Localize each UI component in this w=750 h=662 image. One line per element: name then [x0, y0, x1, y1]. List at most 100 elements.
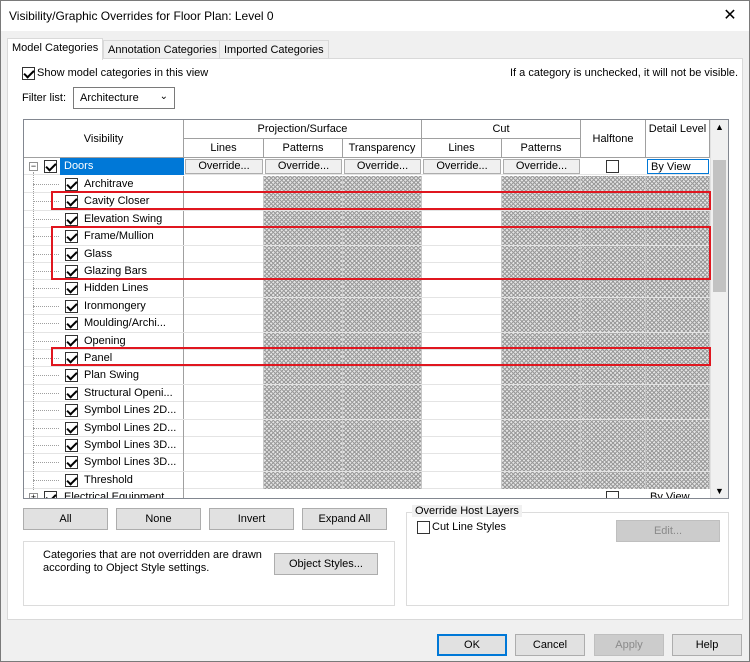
table-cell[interactable] — [184, 437, 264, 454]
table-cell[interactable] — [422, 315, 502, 333]
expand-icon[interactable]: + — [29, 493, 38, 498]
cut-line-styles-checkbox[interactable] — [417, 521, 430, 534]
subcategory-checkbox[interactable] — [65, 212, 78, 226]
subcategory-checkbox[interactable] — [65, 386, 78, 400]
object-styles-button[interactable]: Object Styles... — [274, 553, 378, 575]
close-icon[interactable]: ✕ — [719, 5, 741, 27]
table-cell — [264, 454, 343, 472]
proj-lines-override-button[interactable]: Override... — [185, 159, 263, 174]
cut-patterns-override-button[interactable]: Override... — [503, 159, 580, 174]
table-row[interactable]: Hidden Lines — [24, 280, 710, 298]
table-row[interactable]: Symbol Lines 3D... — [24, 454, 710, 472]
header-proj-lines[interactable]: Lines — [184, 139, 264, 158]
table-cell[interactable] — [184, 315, 264, 333]
subcategory-label: Plan Swing — [84, 369, 140, 382]
subcategory-checkbox[interactable] — [65, 317, 78, 331]
table-cell[interactable] — [422, 471, 502, 489]
expand-all-button[interactable]: Expand All — [302, 508, 387, 530]
table-row[interactable]: Symbol Lines 3D... — [24, 437, 710, 455]
table-cell[interactable] — [422, 280, 502, 298]
header-cut-patterns[interactable]: Patterns — [502, 139, 581, 158]
table-cell[interactable] — [184, 402, 264, 420]
table-cell[interactable] — [184, 367, 264, 385]
subcategory-checkbox[interactable] — [65, 421, 78, 435]
electrical-halftone-checkbox[interactable] — [606, 491, 619, 498]
table-cell[interactable] — [184, 419, 264, 437]
table-cell[interactable] — [422, 297, 502, 315]
table-scrollbar[interactable]: ▲ ▼ — [710, 120, 728, 498]
table-row[interactable]: Structural Openi... — [24, 384, 710, 403]
table-cell[interactable] — [422, 437, 502, 454]
table-cell[interactable] — [184, 280, 264, 298]
tab-annotation-categories[interactable]: Annotation Categories — [103, 40, 222, 59]
doors-checkbox[interactable] — [44, 160, 57, 173]
header-halftone[interactable]: Halftone — [581, 120, 646, 158]
subcategory-checkbox[interactable] — [65, 178, 78, 191]
subcategory-checkbox[interactable] — [65, 282, 78, 296]
edit-button[interactable]: Edit... — [616, 520, 720, 542]
table-cell — [502, 437, 581, 454]
table-cell — [581, 454, 646, 472]
invert-button[interactable]: Invert — [209, 508, 294, 530]
ok-button[interactable]: OK — [437, 634, 507, 656]
header-proj-transparency[interactable]: Transparency — [343, 139, 422, 158]
subcategory-checkbox[interactable] — [65, 404, 78, 418]
table-cell[interactable] — [422, 419, 502, 437]
subcategory-checkbox[interactable] — [65, 369, 78, 383]
subcategory-checkbox[interactable] — [65, 334, 78, 348]
subcategory-checkbox[interactable] — [65, 299, 78, 313]
subcategory-checkbox[interactable] — [65, 456, 78, 470]
table-cell[interactable] — [184, 454, 264, 472]
subcategory-checkbox[interactable] — [65, 473, 78, 487]
scroll-up-icon[interactable]: ▲ — [715, 122, 724, 132]
dialog-window: Visibility/Graphic Overrides for Floor P… — [0, 0, 750, 662]
table-cell[interactable] — [422, 402, 502, 420]
table-row[interactable]: Ironmongery — [24, 297, 710, 316]
tab-imported-categories[interactable]: Imported Categories — [219, 40, 329, 59]
table-row[interactable]: Moulding/Archi... — [24, 315, 710, 333]
table-cell — [646, 315, 710, 333]
table-row[interactable]: Plan Swing — [24, 367, 710, 385]
show-categories-checkbox[interactable] — [22, 67, 35, 80]
all-button[interactable]: All — [23, 508, 108, 530]
override-host-layers-title: Override Host Layers — [412, 505, 522, 517]
table-cell[interactable] — [184, 471, 264, 489]
table-cell[interactable] — [422, 367, 502, 385]
table-row[interactable]: Symbol Lines 2D... — [24, 402, 710, 420]
table-row-electrical-equipment[interactable]: + Electrical Equipment By View — [24, 489, 710, 498]
header-detail-level[interactable]: Detail Level — [646, 120, 710, 158]
tree-branch — [33, 288, 59, 290]
electrical-detail-level[interactable]: By View — [650, 491, 690, 498]
table-row-doors[interactable]: − Doors Override... Override... Override… — [24, 158, 710, 176]
cut-lines-override-button[interactable]: Override... — [423, 159, 501, 174]
table-cell[interactable] — [184, 384, 264, 402]
scrollbar-thumb[interactable] — [713, 160, 726, 292]
doors-halftone-checkbox[interactable] — [606, 160, 619, 173]
scroll-down-icon[interactable]: ▼ — [715, 486, 724, 496]
help-button[interactable]: Help — [672, 634, 742, 656]
none-button[interactable]: None — [116, 508, 201, 530]
subcategory-checkbox[interactable] — [65, 439, 78, 452]
table-cell[interactable] — [422, 384, 502, 402]
filter-dropdown[interactable]: Architecture ⌄ — [73, 87, 175, 109]
cancel-button[interactable]: Cancel — [515, 634, 585, 656]
tree-branch — [33, 427, 59, 429]
tree-branch — [33, 305, 59, 307]
doors-detail-level[interactable]: By View — [647, 159, 709, 174]
tab-model-categories[interactable]: Model Categories — [7, 38, 104, 60]
transparency-override-button[interactable]: Override... — [344, 159, 421, 174]
table-row[interactable]: Threshold — [24, 471, 710, 490]
collapse-icon[interactable]: − — [29, 162, 38, 171]
visibility-hint: If a category is unchecked, it will not … — [510, 67, 739, 79]
table-cell[interactable] — [422, 454, 502, 472]
table-row[interactable]: Symbol Lines 2D... — [24, 419, 710, 437]
row-name-cell: Plan Swing — [24, 367, 184, 385]
table-cell[interactable] — [184, 297, 264, 315]
apply-button[interactable]: Apply — [594, 634, 664, 656]
header-cut-lines[interactable]: Lines — [422, 139, 502, 158]
electrical-equipment-checkbox[interactable] — [44, 491, 57, 498]
table-cell — [264, 280, 343, 298]
proj-patterns-override-button[interactable]: Override... — [265, 159, 342, 174]
header-proj-patterns[interactable]: Patterns — [264, 139, 343, 158]
header-visibility[interactable]: Visibility — [24, 120, 184, 158]
